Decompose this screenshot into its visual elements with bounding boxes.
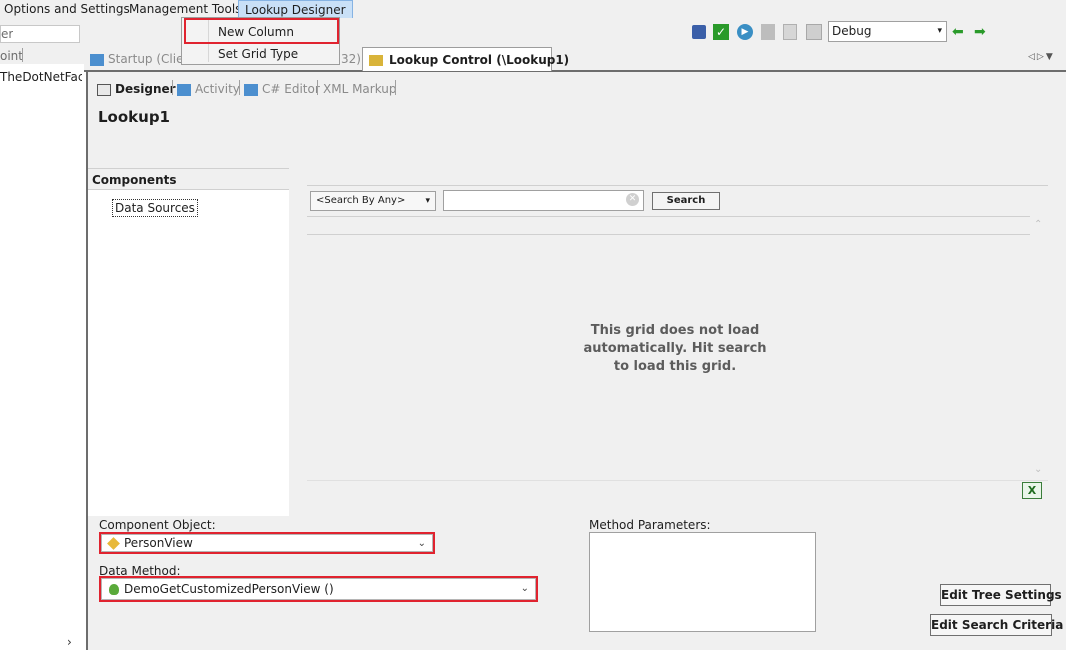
- scroll-down-icon[interactable]: ⌄: [1034, 464, 1042, 475]
- copy-icon[interactable]: [806, 24, 822, 40]
- subtab-divider: [395, 80, 396, 95]
- left-tree-panel: [0, 64, 84, 650]
- components-panel: [88, 190, 289, 516]
- subtab-divider: [239, 80, 240, 95]
- tree-item-project[interactable]: TheDotNetFactc: [0, 70, 82, 84]
- arrow-left-icon[interactable]: ⬅: [952, 25, 964, 39]
- left-label-point: oint: [0, 49, 23, 63]
- search-input[interactable]: ✕: [443, 190, 644, 211]
- component-object-value: PersonView: [124, 536, 193, 550]
- chevron-down-icon: ▾: [425, 196, 430, 206]
- code-icon: [244, 83, 258, 96]
- tab-lookup-label: Lookup Control (\Lookup1): [389, 53, 570, 67]
- chevron-down-icon: ⌄: [417, 538, 426, 549]
- subtab-xml-markup[interactable]: XML Markup: [323, 80, 397, 98]
- chevron-right-icon[interactable]: ›: [67, 635, 72, 649]
- tab-startup-suffix[interactable]: 32): [341, 47, 361, 71]
- left-search-text: er: [1, 27, 14, 41]
- new-column-highlight: [184, 18, 339, 44]
- save-icon[interactable]: [692, 25, 706, 39]
- edit-search-criteria-button[interactable]: Edit Search Criteria: [930, 614, 1063, 636]
- check-icon[interactable]: ✓: [713, 24, 729, 40]
- grid-footer-divider: [307, 480, 1048, 481]
- grid-divider: [307, 234, 1030, 235]
- method-icon: [109, 584, 119, 595]
- left-search-box[interactable]: er: [0, 25, 80, 43]
- activity-icon: [177, 83, 191, 96]
- method-parameters-label: Method Parameters:: [589, 518, 711, 532]
- edit-tree-settings-button[interactable]: Edit Tree Settings: [940, 584, 1062, 606]
- subtab-divider: [172, 80, 173, 95]
- subtab-designer[interactable]: Designer: [97, 80, 176, 98]
- solution-explorer-pane: er oint TheDotNetFactc ›: [0, 18, 84, 650]
- subtab-activity[interactable]: Activity: [177, 80, 240, 98]
- subtab-csharp-editor[interactable]: C# Editor: [244, 80, 320, 98]
- menu-options-and-settings[interactable]: Options and Settings: [4, 0, 130, 18]
- search-by-value: <Search By Any>: [316, 195, 406, 206]
- lookup-icon: [369, 55, 383, 66]
- left-divider: [22, 48, 23, 62]
- tab-startup-label: Startup (Clien: [108, 52, 192, 66]
- form-icon: [90, 53, 104, 66]
- subtab-designer-label: Designer: [115, 82, 176, 96]
- configuration-value: Debug: [832, 24, 872, 38]
- data-method-select[interactable]: DemoGetCustomizedPersonView () ⌄: [101, 578, 536, 600]
- chevron-down-icon: ⌄: [520, 583, 529, 594]
- data-method-value: DemoGetCustomizedPersonView (): [124, 582, 334, 596]
- menu-item-set-grid-type[interactable]: Set Grid Type: [218, 44, 298, 64]
- menu-management-tools[interactable]: Management Tools: [129, 0, 241, 18]
- subtab-divider: [317, 80, 318, 95]
- subtab-csharp-label: C# Editor: [262, 82, 320, 96]
- component-object-label: Component Object:: [99, 518, 216, 532]
- document-icon[interactable]: [783, 24, 797, 40]
- grid-divider: [307, 216, 1030, 217]
- search-by-select[interactable]: <Search By Any> ▾: [310, 191, 436, 211]
- subtab-activity-label: Activity: [195, 82, 240, 96]
- scroll-up-icon[interactable]: ⌃: [1034, 219, 1042, 230]
- tab-startup[interactable]: Startup (Clien: [90, 47, 191, 71]
- tab-lookup-control[interactable]: Lookup Control (\Lookup1): [362, 47, 569, 71]
- page-title: Lookup1: [98, 108, 170, 126]
- tab-scroll-arrows-icon[interactable]: ◁▷▼: [1028, 52, 1055, 62]
- chevron-down-icon: ▾: [937, 26, 942, 36]
- disabled-tool-icon[interactable]: [761, 24, 775, 40]
- clear-icon[interactable]: ✕: [626, 193, 639, 206]
- grid-icon: [97, 83, 111, 96]
- menu-lookup-designer[interactable]: Lookup Designer: [238, 0, 353, 18]
- component-object-select[interactable]: PersonView ⌄: [101, 534, 433, 552]
- arrow-right-icon[interactable]: ➡: [974, 25, 986, 39]
- configuration-select[interactable]: Debug ▾: [828, 21, 947, 42]
- search-button[interactable]: Search: [652, 192, 720, 210]
- tree-item-data-sources[interactable]: Data Sources: [112, 199, 198, 217]
- component-icon: [107, 537, 120, 550]
- excel-export-icon[interactable]: X: [1022, 482, 1042, 499]
- method-parameters-list[interactable]: [589, 532, 816, 632]
- run-icon[interactable]: ▶: [737, 24, 753, 40]
- grid-empty-message: This grid does not load automatically. H…: [583, 323, 767, 374]
- components-header: Components: [88, 168, 289, 190]
